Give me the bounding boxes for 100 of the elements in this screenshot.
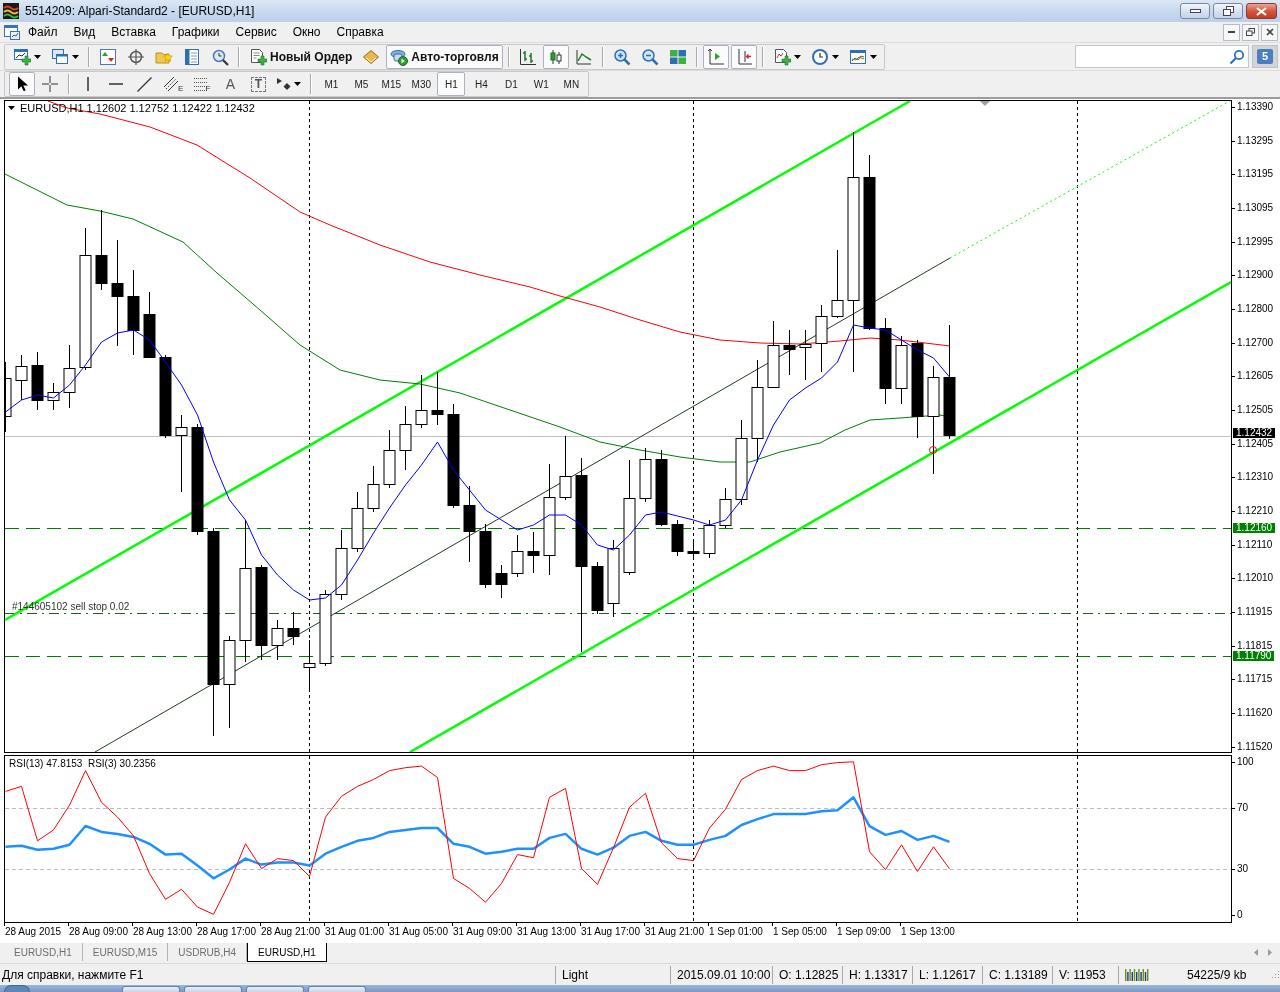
bullish-candle [271, 619, 284, 661]
profile-name: Light [562, 967, 589, 982]
caret-icon [294, 82, 302, 86]
resize-grip-icon [1269, 969, 1280, 980]
close-icon [1256, 6, 1267, 16]
triangle-icon[interactable] [8, 106, 15, 110]
toolbar-button[interactable]: A [217, 72, 244, 96]
time-label: 31 Aug 13:00 [516, 926, 576, 938]
menu-item[interactable]: Вид [65, 23, 104, 41]
crosshair-icon [41, 75, 59, 93]
restore-button[interactable] [1242, 23, 1259, 41]
restore-icon [1246, 28, 1255, 36]
bullish-candle [639, 447, 652, 503]
menu-item[interactable]: Графики [163, 23, 228, 41]
chat-button[interactable]: 5 [1252, 45, 1278, 68]
price-label: 1.13295 [1232, 135, 1274, 146]
target-icon [127, 47, 145, 66]
price-label: 1.13095 [1232, 203, 1274, 213]
menu-item[interactable]: Сервис [227, 23, 285, 41]
timeframe-button[interactable]: H1 [437, 72, 466, 96]
bearish-candle [591, 561, 604, 615]
bar-time: 2015.09.01 10:00 [677, 967, 771, 982]
chart-tab[interactable]: EURUSD,M15 [82, 943, 169, 961]
restore-button[interactable] [1213, 3, 1243, 19]
low-price: L: 1.12617 [919, 967, 976, 982]
bullish-candle [799, 329, 812, 381]
taskbar-button[interactable] [184, 986, 242, 992]
search-icon [1229, 48, 1245, 65]
open-price: O: 1.12825 [779, 967, 839, 982]
bullish-candle [511, 534, 524, 578]
bullish-candle [831, 249, 844, 319]
timeframe-button[interactable]: M1 [317, 72, 346, 96]
timeframe-button[interactable]: M5 [347, 72, 376, 96]
price-label: 1.11815 [1232, 640, 1273, 651]
start-orb[interactable] [4, 985, 30, 992]
toolbar-button[interactable]: Новый Ордер [245, 44, 357, 69]
time-label: 28 Aug 13:00 [132, 926, 192, 938]
bearish-candle [143, 291, 156, 359]
chart-tab[interactable]: EURUSD,H1 [247, 943, 327, 962]
time-label: 1 Sep 01:00 [708, 926, 763, 938]
timeframe-button[interactable]: M15 [377, 72, 406, 96]
minimize-button[interactable] [1223, 23, 1240, 41]
channel-icon [163, 75, 181, 93]
toolbar-button[interactable]: E [159, 72, 188, 96]
timeframe-button[interactable]: MN [557, 72, 586, 96]
time-label: 1 Sep 09:00 [836, 926, 891, 938]
menu-item[interactable]: Окно [284, 23, 329, 41]
help-hint: Для справки, нажмите F1 [2, 967, 144, 982]
price-label: 1.13390 [1232, 102, 1274, 112]
list-window-icon [183, 47, 201, 66]
taskbar-button[interactable] [246, 986, 304, 992]
toolbar-button[interactable] [9, 72, 35, 96]
magnifier-clock-icon [211, 47, 229, 66]
traffic-info: 54225/9 kb [1187, 967, 1247, 982]
chart-window-icon[interactable] [4, 24, 20, 40]
toolbar-button[interactable]: Авто-торговля [386, 44, 503, 69]
triangle-marker-icon [980, 101, 990, 106]
price-tag: 1.12432 [1233, 428, 1276, 438]
axis-arrow-icon [706, 47, 725, 66]
search-field[interactable] [1075, 45, 1249, 68]
price-label: 1.12310 [1232, 472, 1274, 483]
menu-item[interactable]: Вставка [103, 23, 164, 41]
price-label: 1.11620 [1232, 708, 1273, 719]
close-button[interactable] [1246, 3, 1277, 19]
timeframe-button[interactable]: M30 [407, 72, 436, 96]
bullish-candle [719, 487, 732, 529]
diagonal-line-icon [136, 76, 152, 92]
time-label: 28 Aug 2015 [4, 926, 62, 938]
bullish-candle [767, 320, 780, 389]
vertical-line-icon [87, 77, 89, 91]
timeframe-button[interactable]: H4 [467, 72, 496, 96]
time-label: 31 Aug 01:00 [324, 926, 384, 938]
bullish-candle [415, 374, 428, 429]
document-plus-icon [249, 47, 267, 66]
caret-icon [72, 54, 79, 59]
price-label: 1.13195 [1232, 169, 1274, 180]
chart-window-icon [848, 47, 867, 66]
toolbar-button[interactable]: F [189, 72, 216, 96]
diamond-icon [362, 47, 381, 66]
minimize-button[interactable] [1180, 3, 1210, 19]
time-label: 28 Aug 09:00 [68, 926, 128, 938]
menu-item[interactable]: Файл [20, 23, 66, 41]
price-tag: 1.11790 [1233, 651, 1275, 661]
high-price: H: 1.13317 [849, 967, 908, 982]
grid-icon [668, 47, 687, 66]
taskbar-button[interactable] [308, 986, 366, 992]
close-button[interactable] [1261, 23, 1278, 41]
windows-stack-icon [51, 47, 69, 66]
taskbar-button[interactable] [122, 986, 180, 992]
menu-item[interactable]: Справка [328, 23, 392, 41]
timeframe-button[interactable]: D1 [497, 72, 526, 96]
price-label: 1.12505 [1232, 405, 1274, 416]
price-label: 1.12110 [1232, 539, 1273, 550]
chart-tab[interactable]: EURUSD,H1 [4, 943, 83, 961]
toolbar-button[interactable]: T [245, 72, 272, 96]
level-label: 70 [1232, 803, 1249, 813]
price-label: 1.12800 [1232, 304, 1274, 315]
timeframe-button[interactable]: W1 [527, 72, 556, 96]
bullish-candle [63, 344, 76, 409]
caret-icon [831, 54, 839, 59]
